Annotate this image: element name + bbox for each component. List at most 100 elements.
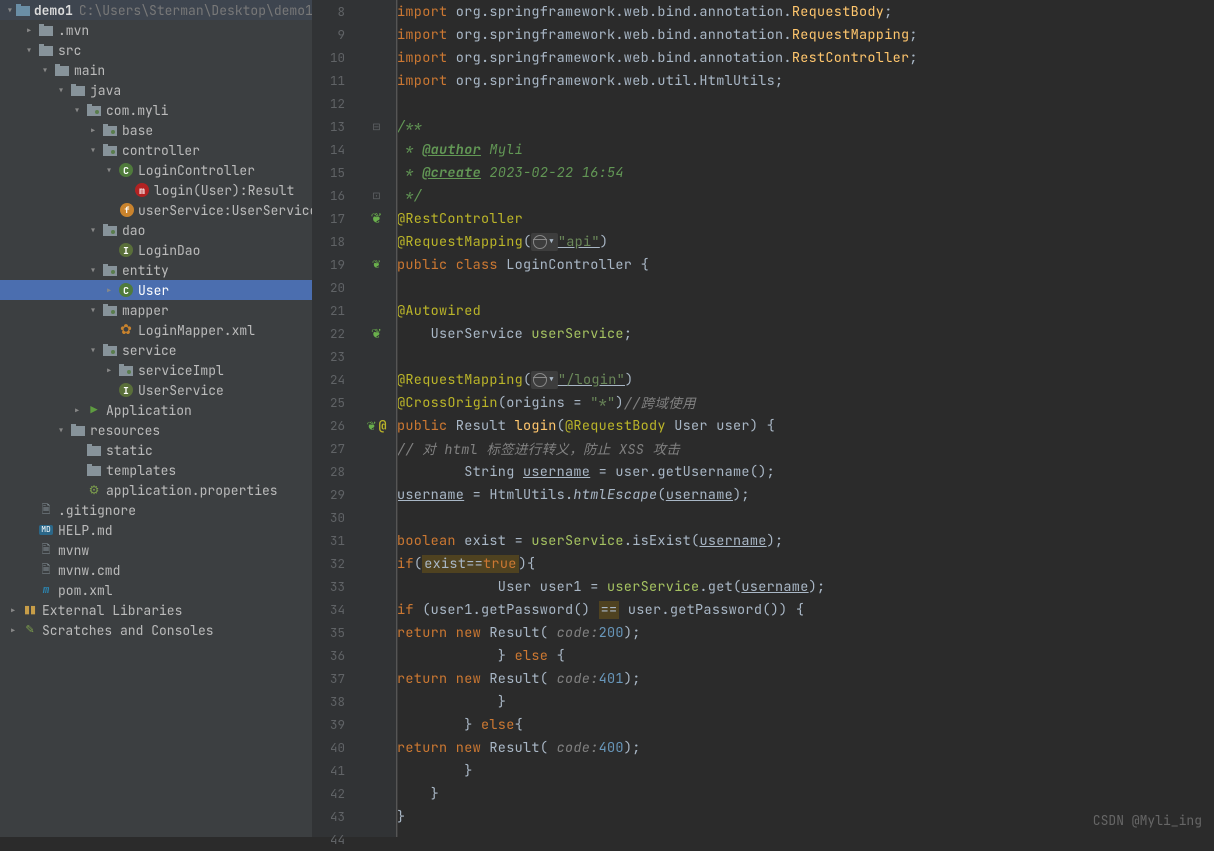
tree-toggle-icon[interactable]: ▸ bbox=[102, 282, 116, 299]
tree-item-demo1[interactable]: ▾demo1C:\Users\Sterman\Desktop\demo1 bbox=[0, 0, 312, 20]
fold-icon[interactable]: ⊟ bbox=[372, 120, 380, 133]
tree-item-base[interactable]: ▸base bbox=[0, 120, 312, 140]
tree-item-login-user-result[interactable]: mlogin(User):Result bbox=[0, 180, 312, 200]
tree-toggle-icon[interactable]: ▾ bbox=[102, 162, 116, 179]
code-line[interactable]: // 对 html 标签进行转义，防止 XSS 攻击 bbox=[397, 437, 1214, 460]
code-line[interactable]: @RequestMapping(▾"api") bbox=[397, 230, 1214, 253]
tree-item-src[interactable]: ▾src bbox=[0, 40, 312, 60]
tree-toggle-icon[interactable]: ▾ bbox=[86, 142, 100, 159]
code-line[interactable]: import org.springframework.web.bind.anno… bbox=[397, 23, 1214, 46]
tree-toggle-icon[interactable]: ▾ bbox=[22, 42, 36, 59]
tree-item-logincontroller[interactable]: ▾CLoginController bbox=[0, 160, 312, 180]
tree-item-mapper[interactable]: ▾mapper bbox=[0, 300, 312, 320]
tree-toggle-icon[interactable]: ▾ bbox=[86, 302, 100, 319]
tree-item-com-myli[interactable]: ▾com.myli bbox=[0, 100, 312, 120]
code-line[interactable]: public class LoginController { bbox=[397, 253, 1214, 276]
code-line[interactable] bbox=[397, 506, 1214, 529]
code-line[interactable]: if(exist==true){ bbox=[397, 552, 1214, 575]
code-line[interactable]: } else { bbox=[397, 644, 1214, 667]
tree-toggle-icon[interactable]: ▾ bbox=[54, 422, 68, 439]
tree-toggle-icon[interactable]: ▸ bbox=[6, 602, 20, 619]
code-line[interactable]: @Autowired bbox=[397, 299, 1214, 322]
code-line[interactable]: @RestController bbox=[397, 207, 1214, 230]
tree-item-mvnw-cmd[interactable]: 🗎mvnw.cmd bbox=[0, 560, 312, 580]
tree-item-static[interactable]: static bbox=[0, 440, 312, 460]
tree-item-entity[interactable]: ▾entity bbox=[0, 260, 312, 280]
code-line[interactable] bbox=[397, 276, 1214, 299]
gutter-icon-slot bbox=[357, 138, 396, 161]
tree-toggle-icon[interactable]: ▸ bbox=[102, 362, 116, 379]
tree-item-mvnw[interactable]: 🗎mvnw bbox=[0, 540, 312, 560]
tree-toggle-icon[interactable]: ▾ bbox=[70, 102, 84, 119]
tree-toggle-icon[interactable]: ▾ bbox=[86, 342, 100, 359]
run-class-icon[interactable]: ❦ bbox=[372, 258, 381, 272]
project-tree[interactable]: ▾demo1C:\Users\Sterman\Desktop\demo1▸.mv… bbox=[0, 0, 312, 837]
tree-item-pom-xml[interactable]: mpom.xml bbox=[0, 580, 312, 600]
tree-item-application-properties[interactable]: ⚙application.properties bbox=[0, 480, 312, 500]
tree-toggle-icon[interactable]: ▸ bbox=[22, 22, 36, 39]
code-line[interactable]: import org.springframework.web.bind.anno… bbox=[397, 46, 1214, 69]
tree-item-templates[interactable]: templates bbox=[0, 460, 312, 480]
code-line[interactable]: UserService userService; bbox=[397, 322, 1214, 345]
code-line[interactable]: */ bbox=[397, 184, 1214, 207]
tree-toggle-icon[interactable]: ▾ bbox=[38, 62, 52, 79]
code-line[interactable]: String username = user.getUsername(); bbox=[397, 460, 1214, 483]
code-line[interactable]: return new Result( code: 401); bbox=[397, 667, 1214, 690]
tree-toggle-icon[interactable]: ▸ bbox=[70, 402, 84, 419]
fold-icon[interactable]: ⊡ bbox=[372, 189, 380, 202]
tree-item-serviceimpl[interactable]: ▸serviceImpl bbox=[0, 360, 312, 380]
code-line[interactable]: import org.springframework.web.util.Html… bbox=[397, 69, 1214, 92]
code-line[interactable] bbox=[397, 345, 1214, 368]
tree-item-logindao[interactable]: ILoginDao bbox=[0, 240, 312, 260]
tree-item-scratches-and-consoles[interactable]: ▸✎Scratches and Consoles bbox=[0, 620, 312, 640]
tree-item-resources[interactable]: ▾resources bbox=[0, 420, 312, 440]
code-line[interactable]: @CrossOrigin(origins = "*")//跨域使用 bbox=[397, 391, 1214, 414]
code-line[interactable]: if (user1.getPassword() == user.getPassw… bbox=[397, 598, 1214, 621]
tree-toggle-icon[interactable]: ▾ bbox=[86, 262, 100, 279]
tree-item-application[interactable]: ▸▶Application bbox=[0, 400, 312, 420]
tree-item-main[interactable]: ▾main bbox=[0, 60, 312, 80]
code-area[interactable]: import org.springframework.web.bind.anno… bbox=[397, 0, 1214, 837]
tree-item-help-md[interactable]: MDHELP.md bbox=[0, 520, 312, 540]
tree-item-external-libraries[interactable]: ▸▮▮External Libraries bbox=[0, 600, 312, 620]
spring-leaf-icon[interactable]: ❦ bbox=[371, 210, 383, 228]
tree-item-loginmapper-xml[interactable]: ✿LoginMapper.xml bbox=[0, 320, 312, 340]
code-line[interactable]: return new Result( code: 400); bbox=[397, 736, 1214, 759]
tree-item-userservice[interactable]: IUserService bbox=[0, 380, 312, 400]
code-line[interactable] bbox=[397, 92, 1214, 115]
tree-toggle-icon[interactable]: ▸ bbox=[6, 622, 20, 639]
code-line[interactable]: } bbox=[397, 805, 1214, 828]
code-line[interactable]: } bbox=[397, 690, 1214, 713]
code-line[interactable]: * @author Myli bbox=[397, 138, 1214, 161]
tree-item--gitignore[interactable]: 🗎.gitignore bbox=[0, 500, 312, 520]
tree-item-java[interactable]: ▾java bbox=[0, 80, 312, 100]
at-icon[interactable]: @ bbox=[379, 417, 387, 434]
code-line[interactable]: import org.springframework.web.bind.anno… bbox=[397, 0, 1214, 23]
tree-item-userservice-userservice[interactable]: fuserService:UserService bbox=[0, 200, 312, 220]
tree-toggle-icon[interactable]: ▾ bbox=[86, 222, 100, 239]
code-line[interactable]: } bbox=[397, 782, 1214, 805]
tree-toggle-icon[interactable]: ▸ bbox=[86, 122, 100, 139]
spring-leaf-icon[interactable]: ❦ bbox=[367, 418, 377, 434]
tree-item-controller[interactable]: ▾controller bbox=[0, 140, 312, 160]
tree-item-user[interactable]: ▸CUser bbox=[0, 280, 312, 300]
tree-item-service[interactable]: ▾service bbox=[0, 340, 312, 360]
tree-label: dao bbox=[122, 222, 145, 239]
tree-toggle-icon[interactable]: ▾ bbox=[54, 82, 68, 99]
code-line[interactable]: public Result login(@RequestBody User us… bbox=[397, 414, 1214, 437]
tree-item-dao[interactable]: ▾ dao bbox=[0, 220, 312, 240]
tree-label: login(User):Result bbox=[154, 182, 294, 199]
code-line[interactable]: } else{ bbox=[397, 713, 1214, 736]
spring-bean-icon[interactable]: ❦ bbox=[371, 325, 382, 342]
code-line[interactable]: /** bbox=[397, 115, 1214, 138]
code-line[interactable]: User user1 = userService.get(username); bbox=[397, 575, 1214, 598]
code-line[interactable] bbox=[397, 828, 1214, 851]
code-line[interactable]: @RequestMapping(▾"/login") bbox=[397, 368, 1214, 391]
code-line[interactable]: username = HtmlUtils.htmlEscape(username… bbox=[397, 483, 1214, 506]
code-line[interactable]: boolean exist = userService.isExist(user… bbox=[397, 529, 1214, 552]
tree-toggle-icon[interactable]: ▾ bbox=[6, 2, 14, 19]
code-line[interactable]: } bbox=[397, 759, 1214, 782]
code-line[interactable]: * @create 2023-02-22 16:54 bbox=[397, 161, 1214, 184]
code-line[interactable]: return new Result( code: 200); bbox=[397, 621, 1214, 644]
tree-item--mvn[interactable]: ▸.mvn bbox=[0, 20, 312, 40]
